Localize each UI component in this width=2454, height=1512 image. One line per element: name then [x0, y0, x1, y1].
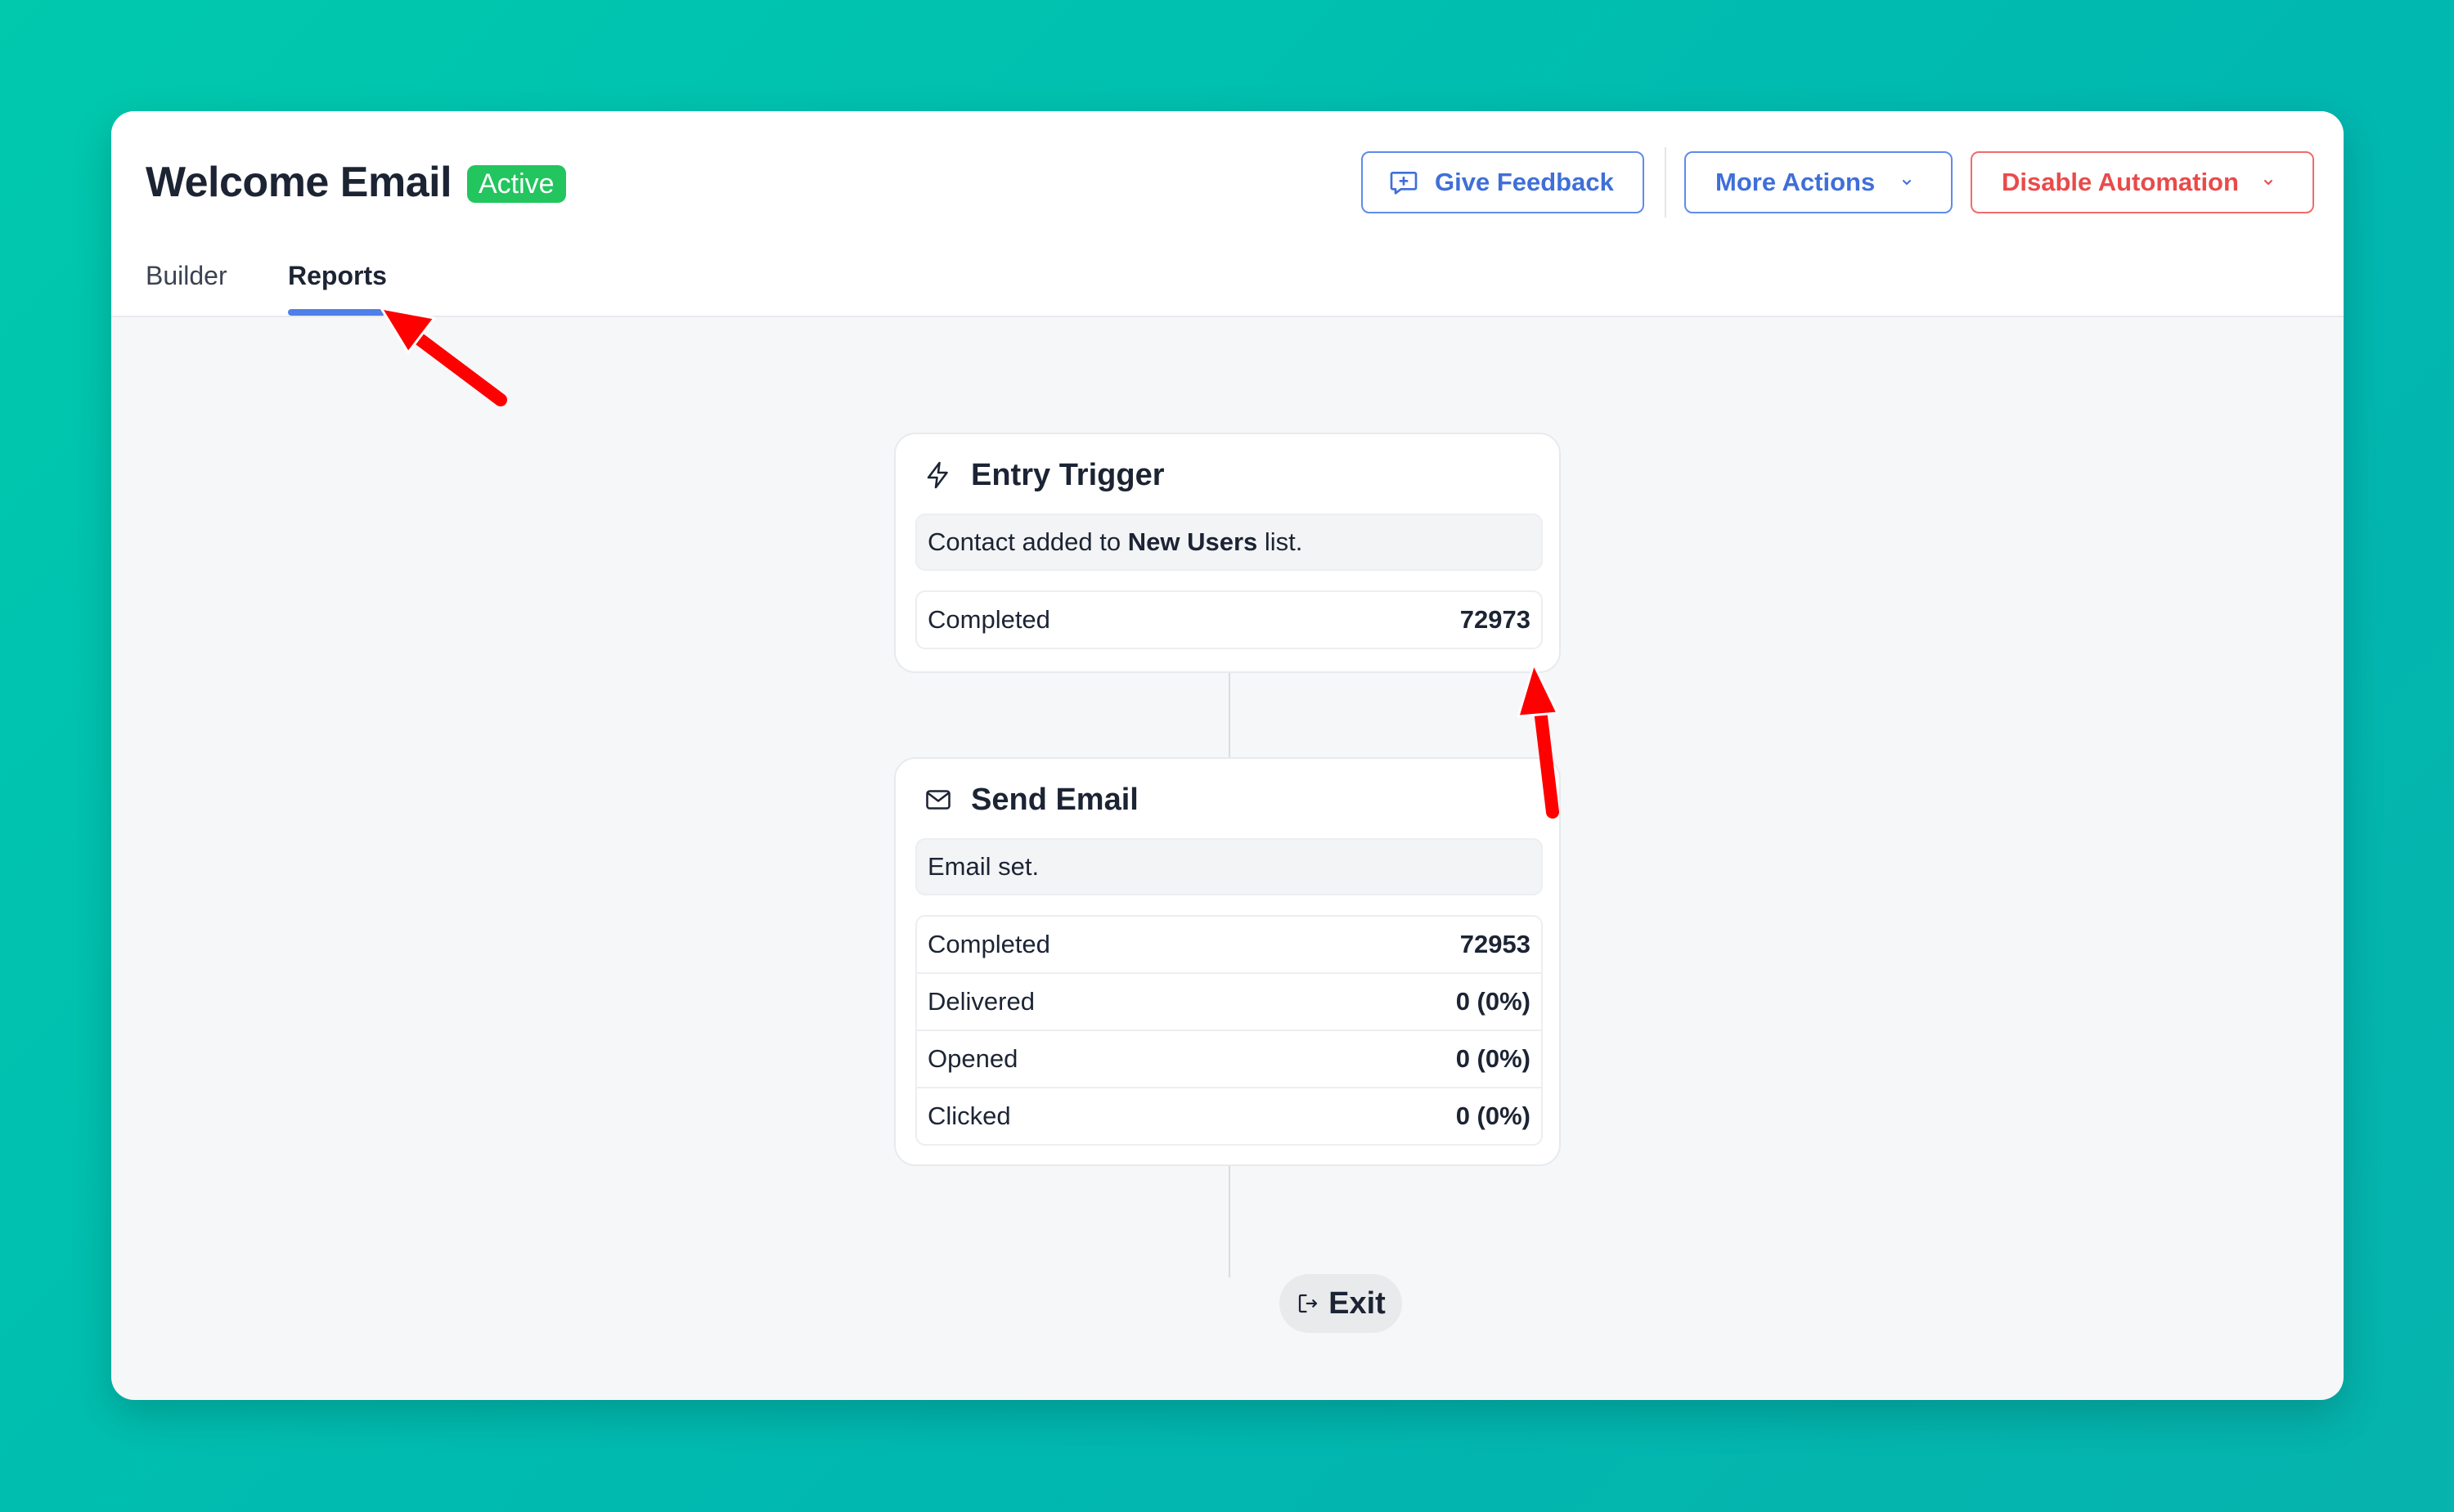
stat-label: Completed: [928, 930, 1050, 958]
header-divider: [1665, 147, 1666, 218]
stat-row: Completed 72973: [917, 592, 1541, 648]
stat-row-completed: Completed 72953: [917, 917, 1541, 972]
give-feedback-button[interactable]: Give Feedback: [1361, 151, 1644, 213]
feedback-icon: [1390, 172, 1418, 195]
more-actions-label: More Actions: [1715, 168, 1876, 196]
card-title: Send Email: [971, 782, 1139, 817]
active-tab-indicator: [288, 309, 385, 316]
status-badge: Active: [467, 165, 566, 203]
page-title: Welcome Email: [146, 159, 452, 206]
stat-value: 72973: [1459, 605, 1530, 634]
description-text: Contact added to: [928, 527, 1128, 556]
exit-label: Exit: [1328, 1285, 1386, 1321]
flow-connector: [1229, 1166, 1230, 1277]
description-text: list.: [1257, 527, 1303, 556]
trigger-description: Contact added to New Users list.: [915, 514, 1543, 571]
tab-builder[interactable]: Builder: [146, 255, 227, 296]
list-name: New Users: [1127, 527, 1258, 556]
chevron-down-icon: [2264, 180, 2272, 185]
card-header: Entry Trigger: [924, 451, 1165, 500]
lightning-icon: [927, 461, 948, 489]
stat-value: 0 (0%): [1455, 1044, 1530, 1073]
give-feedback-label: Give Feedback: [1435, 168, 1614, 196]
more-actions-button[interactable]: More Actions: [1684, 151, 1953, 213]
stat-row-clicked: Clicked 0 (0%): [917, 1087, 1541, 1144]
page-header: Welcome Email Active Builder Reports Giv…: [111, 111, 2344, 317]
stat-row-delivered: Delivered 0 (0%): [917, 972, 1541, 1030]
stat-value: 0 (0%): [1455, 987, 1530, 1016]
disable-automation-button[interactable]: Disable Automation: [1971, 151, 2314, 213]
stat-value: 72953: [1459, 930, 1530, 958]
envelope-icon: [926, 790, 951, 810]
chevron-down-icon: [1903, 180, 1911, 185]
card-title: Entry Trigger: [971, 457, 1165, 492]
stat-label: Completed: [928, 605, 1050, 634]
stat-label: Delivered: [928, 987, 1035, 1016]
card-header: Send Email: [924, 775, 1139, 824]
tab-reports[interactable]: Reports: [288, 255, 387, 296]
stat-value: 0 (0%): [1455, 1101, 1530, 1130]
entry-trigger-card[interactable]: Entry Trigger Contact added to New Users…: [894, 433, 1561, 673]
disable-automation-label: Disable Automation: [2002, 168, 2239, 196]
automation-window: Welcome Email Active Builder Reports Giv…: [111, 111, 2344, 1400]
exit-node[interactable]: Exit: [1279, 1274, 1402, 1333]
stats-table: Completed 72953 Delivered 0 (0%) Opened …: [915, 915, 1543, 1146]
stats-table: Completed 72973: [915, 590, 1543, 649]
stat-row-opened: Opened 0 (0%): [917, 1030, 1541, 1087]
send-email-card[interactable]: Send Email Email set. Completed 72953 De…: [894, 757, 1561, 1166]
exit-icon: [1299, 1294, 1318, 1313]
stat-label: Opened: [928, 1044, 1018, 1073]
email-description: Email set.: [915, 838, 1543, 895]
stat-label: Clicked: [928, 1101, 1011, 1130]
